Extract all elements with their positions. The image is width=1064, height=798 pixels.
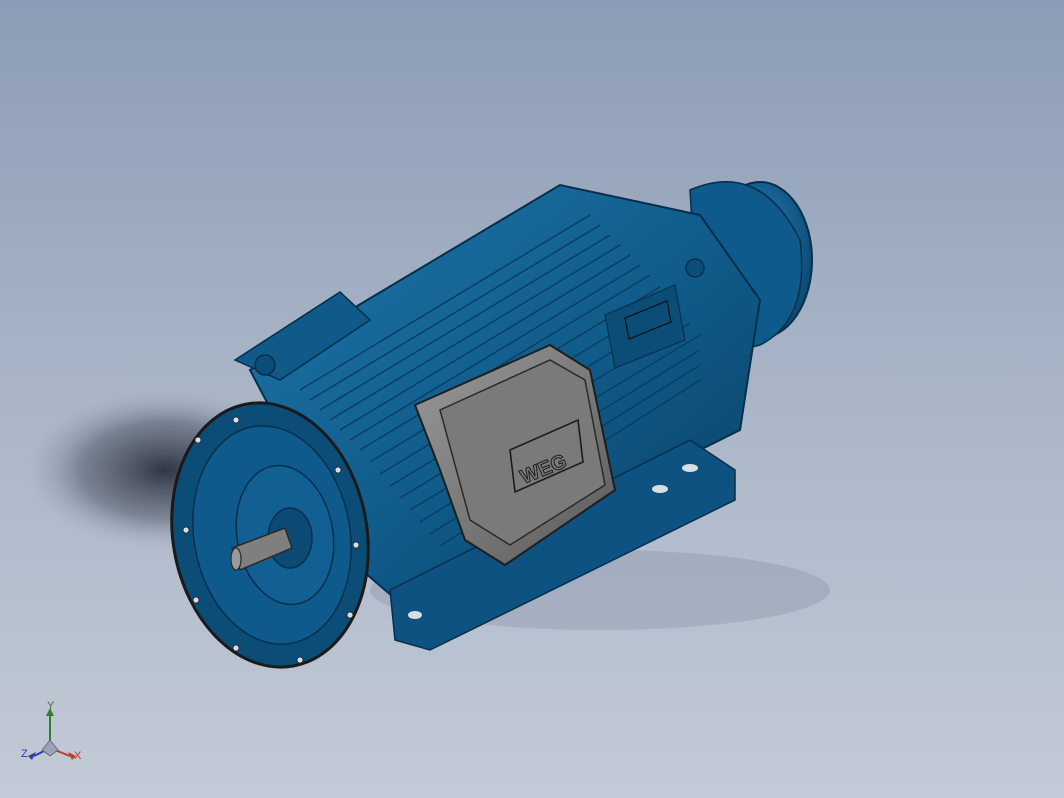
z-axis-label: Z [21, 748, 28, 760]
x-axis-label: X [74, 750, 82, 762]
triad-cube-icon [41, 739, 59, 757]
shaft-end [230, 547, 242, 571]
lifting-lug [254, 354, 276, 376]
graphics-viewport[interactable]: WEG Y X Z [0, 0, 1064, 798]
foot-hole [652, 485, 668, 493]
triad-graphic [28, 708, 76, 760]
motor-model[interactable]: WEG [0, 0, 1064, 798]
y-axis-label: Y [47, 700, 55, 712]
coordinate-triad[interactable]: Y X Z [14, 700, 94, 780]
foot-hole [408, 611, 422, 619]
lifting-lug [685, 258, 705, 278]
foot-hole [682, 464, 698, 472]
